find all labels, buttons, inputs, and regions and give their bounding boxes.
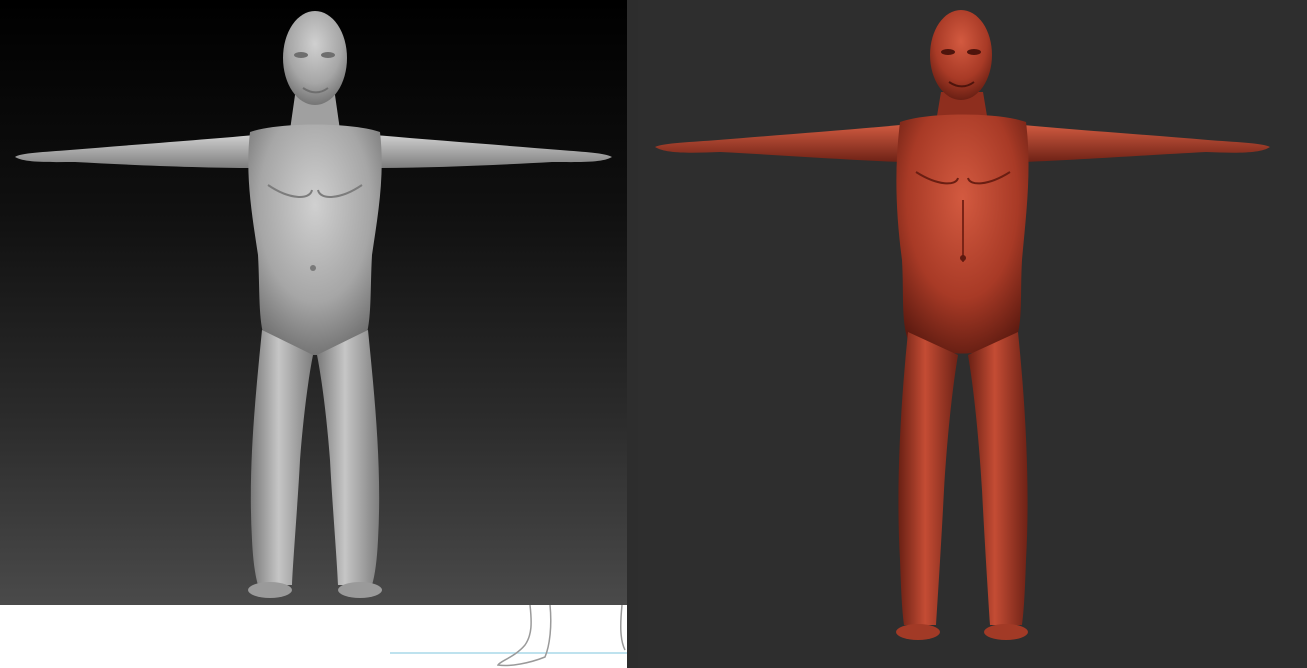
right-leg [317, 330, 380, 585]
left-leg [898, 332, 958, 625]
right-arm [375, 135, 612, 168]
left-foot [248, 582, 292, 598]
left-foot [896, 624, 940, 640]
left-viewport [0, 0, 638, 605]
left-leg [250, 330, 313, 585]
image-stage [0, 0, 1307, 668]
right-leg [968, 332, 1028, 625]
left-render-panel [0, 0, 638, 668]
gray-figure [15, 11, 612, 598]
right-foot [984, 624, 1028, 640]
torso [248, 124, 382, 355]
right-render-panel [638, 0, 1307, 668]
panel-divider [627, 0, 638, 668]
left-arm [655, 125, 900, 162]
right-foot [338, 582, 382, 598]
head [283, 11, 347, 105]
red-figure [655, 10, 1270, 640]
right-arm [1023, 125, 1270, 162]
feet-sketch [390, 605, 627, 667]
left-arm [15, 135, 255, 168]
sketch-strip [0, 605, 638, 668]
